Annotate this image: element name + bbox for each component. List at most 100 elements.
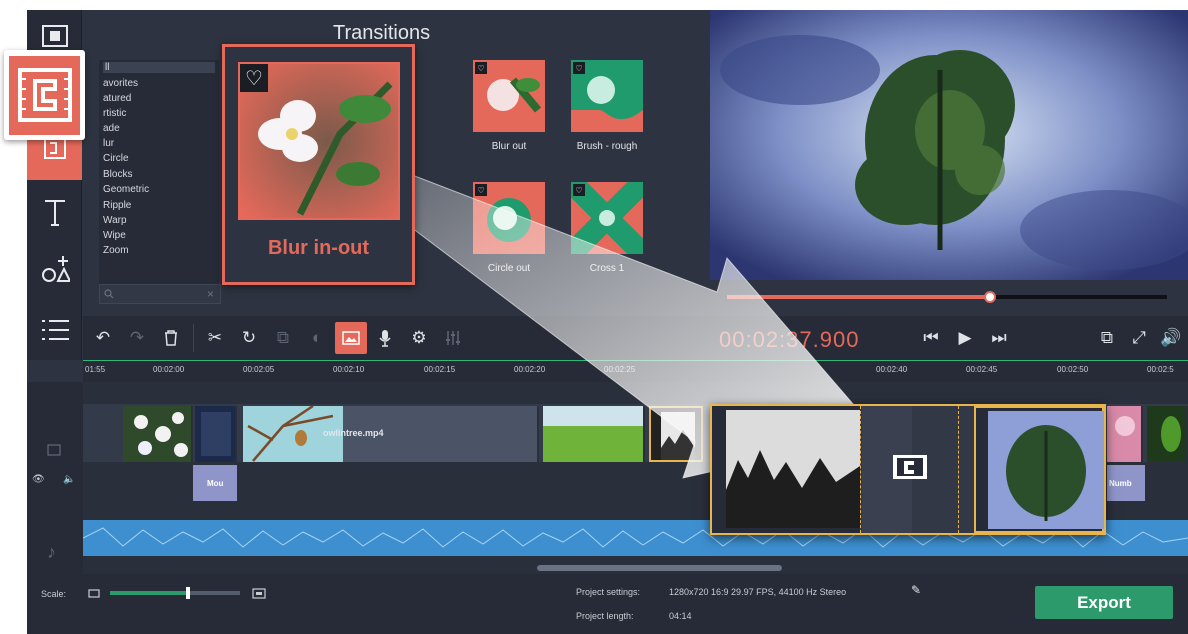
redo-button[interactable]: ↷ [121, 322, 153, 354]
audio-clip[interactable]: Mou [193, 465, 237, 501]
clip-before [712, 406, 860, 533]
equalizer-icon [446, 331, 460, 345]
category-zoom[interactable]: Zoom [103, 245, 129, 256]
category-blur[interactable]: lur [103, 138, 114, 149]
favorite-icon[interactable]: ♡ [573, 62, 585, 74]
next-button[interactable]: ⏭ [983, 322, 1015, 354]
featured-transition-label: Blur in-out [267, 237, 370, 259]
undo-button[interactable]: ↶ [87, 322, 119, 354]
ruler-tick: 00:02:40 [876, 365, 908, 374]
video-clip-owlintree[interactable] [243, 406, 539, 462]
featured-transition-card[interactable]: ♡ Blur in-out [222, 44, 415, 285]
video-clip[interactable] [1107, 406, 1143, 462]
clip-after [974, 406, 1104, 533]
category-list: ll avorites atured rtistic ade lur Circl… [99, 60, 219, 300]
trash-icon [165, 330, 177, 346]
crop-button[interactable]: ⧉ [267, 322, 299, 354]
category-ripple[interactable]: Ripple [103, 200, 131, 211]
film-icon [41, 25, 68, 47]
video-clip[interactable] [1147, 406, 1188, 462]
color-adjust-button[interactable]: ◐ [301, 322, 333, 354]
record-audio-button[interactable] [369, 322, 401, 354]
play-button[interactable]: ▶ [949, 322, 981, 354]
clip-label: owlintree.mp4 [323, 428, 384, 438]
ruler-tick: 00:02:50 [1057, 365, 1089, 374]
export-button[interactable]: Export [1035, 586, 1173, 619]
ruler-tick: 00:02:20 [514, 365, 546, 374]
timeline-transition-zoom [710, 404, 1106, 535]
split-button[interactable]: ✂ [199, 322, 231, 354]
category-featured[interactable]: atured [103, 93, 131, 104]
project-length-label: Project length: [576, 611, 634, 621]
project-settings-label: Project settings: [576, 587, 641, 597]
zoom-in-icon[interactable] [252, 588, 266, 599]
previous-button[interactable]: ⏮ [915, 322, 947, 354]
transition-blur-out[interactable]: ♡ [473, 60, 545, 132]
edit-settings-icon[interactable]: ✎ [911, 583, 921, 597]
scale-label: Scale: [41, 589, 67, 599]
category-wipe[interactable]: Wipe [103, 230, 126, 241]
scale-slider[interactable] [110, 591, 240, 595]
night-thumbnail [195, 406, 235, 462]
fullscreen-button[interactable]: ⤢ [1123, 322, 1155, 354]
seek-handle[interactable] [984, 291, 996, 303]
equalizer-button[interactable] [437, 322, 469, 354]
project-length-value: 04:14 [669, 611, 692, 621]
category-blocks[interactable]: Blocks [103, 169, 132, 180]
zoom-out-icon[interactable] [88, 589, 100, 598]
seek-bar[interactable] [727, 295, 1167, 299]
timeline-scrollbar[interactable] [537, 565, 782, 571]
volume-button[interactable]: 🔊 [1155, 322, 1187, 354]
video-clip[interactable] [195, 406, 237, 462]
category-all[interactable]: ll [103, 62, 215, 73]
delete-button[interactable] [155, 322, 187, 354]
category-fade[interactable]: ade [103, 123, 120, 134]
rotate-button[interactable]: ↻ [233, 322, 265, 354]
separator [193, 324, 194, 352]
video-clip[interactable] [123, 406, 193, 462]
preview-image [710, 10, 1188, 280]
transition-icon [17, 68, 72, 122]
visibility-icon[interactable]: 👁 [32, 474, 45, 485]
favorite-icon[interactable]: ♡ [240, 64, 268, 92]
music-icon: ♪ [47, 542, 56, 562]
transition-brush-rough[interactable]: ♡ [571, 60, 643, 132]
transition-circle-out[interactable]: ♡ [473, 182, 545, 254]
more-tools[interactable] [27, 304, 82, 356]
settings-button[interactable]: ⚙ [403, 322, 435, 354]
transition-slot[interactable] [862, 406, 927, 533]
category-circle[interactable]: Circle [103, 153, 129, 164]
timeline-ruler[interactable]: 01:55 00:02:00 00:02:05 00:02:10 00:02:1… [83, 360, 1188, 382]
clear-icon[interactable]: × [207, 287, 214, 301]
category-artistic[interactable]: rtistic [103, 108, 126, 119]
video-preview [710, 10, 1188, 280]
text-icon [44, 200, 65, 226]
category-geometric[interactable]: Geometric [103, 184, 149, 195]
external-preview-button[interactable]: ⧉ [1091, 322, 1123, 354]
scale-slider-handle[interactable] [186, 587, 190, 599]
panel-title: Transitions [333, 22, 431, 44]
scale-slider-fill [110, 591, 188, 595]
category-favorites[interactable]: avorites [103, 78, 138, 89]
transition-label: Brush - rough [576, 141, 638, 152]
clip-properties-button[interactable] [335, 322, 367, 354]
transition-cross[interactable]: ♡ [571, 182, 643, 254]
video-track-icon [47, 444, 61, 456]
forest-thumbnail [651, 408, 701, 460]
flowers-thumbnail [123, 406, 191, 462]
microphone-icon [379, 330, 391, 347]
transitions-icon-callout [4, 50, 85, 140]
category-search-input[interactable]: × [99, 284, 221, 304]
favorite-icon[interactable]: ♡ [573, 184, 585, 196]
favorite-icon[interactable]: ♡ [475, 184, 487, 196]
favorite-icon[interactable]: ♡ [475, 62, 487, 74]
titles-tool[interactable] [27, 186, 82, 238]
stickers-tool[interactable] [27, 244, 82, 296]
category-warp[interactable]: Warp [103, 215, 127, 226]
mute-icon[interactable]: 🔈 [63, 474, 75, 485]
video-clip[interactable] [543, 406, 645, 462]
audio-clip[interactable]: Numb [1107, 465, 1145, 501]
video-clip-selected[interactable] [649, 406, 703, 462]
seek-progress [727, 295, 991, 299]
video-editor-window: Transitions ll avorites atured rtistic a… [27, 10, 1188, 634]
